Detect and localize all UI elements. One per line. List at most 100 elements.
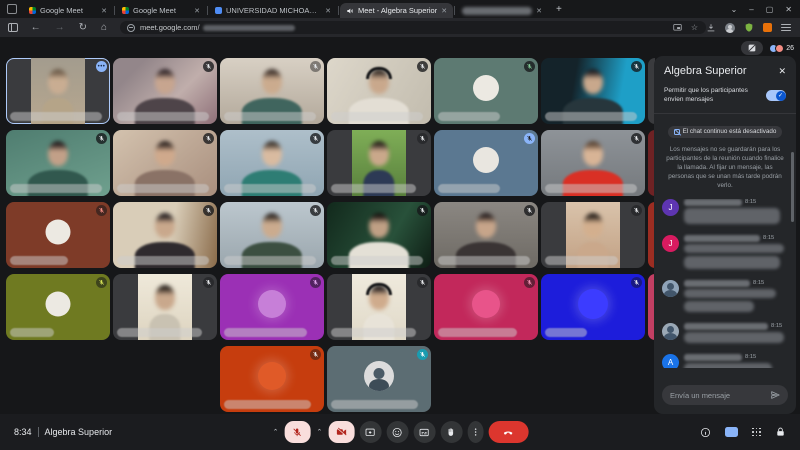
captions-button[interactable]: [413, 421, 435, 443]
message-time: 8:15: [763, 235, 774, 241]
self-video-tile[interactable]: •••: [6, 58, 110, 124]
effects-button[interactable]: [741, 41, 763, 55]
allow-messages-toggle[interactable]: ✓: [766, 90, 786, 101]
participant-tile[interactable]: [220, 274, 324, 340]
more-options-button[interactable]: [467, 421, 483, 443]
participant-tile[interactable]: [327, 58, 431, 124]
participant-tile[interactable]: [327, 346, 431, 412]
participant-tile[interactable]: [541, 58, 645, 124]
participant-name-blurred: [438, 328, 517, 337]
picture-in-picture-icon[interactable]: [673, 23, 682, 32]
participant-tile[interactable]: [434, 202, 538, 268]
browser-tab[interactable]: ✕: [456, 3, 548, 18]
participant-tile[interactable]: [541, 202, 645, 268]
participant-tile[interactable]: [113, 58, 217, 124]
participant-tile[interactable]: [220, 58, 324, 124]
tab-list-chevron-icon[interactable]: ⌄: [731, 5, 738, 14]
new-tab-button[interactable]: +: [556, 4, 562, 15]
participant-tile[interactable]: [220, 202, 324, 268]
tab-close-icon[interactable]: ✕: [536, 7, 542, 15]
browser-tab[interactable]: UNIVERSIDAD MICHOACANA D✕: [209, 3, 337, 18]
send-message-icon[interactable]: [770, 390, 780, 400]
browser-tab[interactable]: Google Meet✕: [23, 3, 113, 18]
tab-favicon: [122, 7, 129, 14]
browser-profile-avatar[interactable]: [725, 23, 735, 33]
camera-off-button[interactable]: [328, 421, 354, 443]
meeting-bottom-bar: 8:34 Algebra Superior ⌃ ⌃: [0, 414, 800, 450]
address-bar[interactable]: meet.google.com/ ☆: [120, 21, 706, 34]
participant-tile[interactable]: [434, 58, 538, 124]
message-avatar: [662, 323, 679, 340]
participant-tile[interactable]: [220, 346, 324, 412]
home-button[interactable]: ⌂: [101, 22, 107, 33]
browser-tab[interactable]: Google Meet✕: [116, 3, 206, 18]
participant-tile[interactable]: [434, 274, 538, 340]
mic-status-badge: [417, 277, 428, 288]
tile-options-badge[interactable]: •••: [96, 61, 107, 72]
mic-status-badge: [310, 349, 321, 360]
participant-tile[interactable]: [541, 130, 645, 196]
chat-message-input[interactable]: [670, 391, 770, 400]
site-info-icon[interactable]: [127, 24, 135, 32]
privacy-shield-icon[interactable]: [744, 22, 754, 33]
side-panel-icon[interactable]: [8, 23, 18, 32]
audio-avatar: [258, 362, 286, 390]
bookmark-star-icon[interactable]: ☆: [691, 23, 698, 32]
participant-tile[interactable]: [113, 130, 217, 196]
participant-tile[interactable]: [113, 274, 217, 340]
camera-options-chevron[interactable]: ⌃: [316, 428, 324, 436]
participant-name-blurred: [10, 328, 54, 337]
tab-search-icon[interactable]: [7, 4, 17, 14]
tab-close-icon[interactable]: ✕: [101, 7, 107, 15]
participant-tile[interactable]: [113, 202, 217, 268]
activities-icon[interactable]: [752, 428, 761, 437]
message-text-blurred: [684, 244, 784, 253]
present-screen-button[interactable]: [359, 421, 381, 443]
raise-hand-button[interactable]: [440, 421, 462, 443]
mic-off-icon: [526, 63, 533, 70]
back-button[interactable]: ←: [31, 22, 41, 33]
chat-message-list[interactable]: J8:15J8:158:158:15A8:15R8:158:15: [654, 199, 796, 368]
downloads-icon[interactable]: [706, 23, 716, 33]
reactions-button[interactable]: [386, 421, 408, 443]
reload-button[interactable]: ↻: [79, 22, 87, 33]
participant-tile[interactable]: [327, 202, 431, 268]
mic-status-badge: [96, 205, 107, 216]
participant-tile[interactable]: [6, 130, 110, 196]
tab-close-icon[interactable]: ✕: [441, 7, 447, 15]
chat-close-icon[interactable]: ✕: [778, 66, 786, 77]
host-controls-lock-icon[interactable]: [775, 426, 786, 438]
meeting-details-icon[interactable]: [700, 427, 711, 438]
chat-toggle-icon[interactable]: [725, 427, 738, 437]
participant-tile[interactable]: [434, 130, 538, 196]
sender-name-blurred: [684, 235, 760, 242]
forward-button[interactable]: →: [55, 22, 65, 33]
mic-off-icon: [633, 135, 640, 142]
participant-tile[interactable]: [541, 274, 645, 340]
extension-icon[interactable]: [763, 23, 772, 32]
window-minimize-button[interactable]: –: [749, 5, 753, 14]
window-close-button[interactable]: ✕: [785, 5, 792, 14]
participant-name-blurred: [545, 256, 618, 265]
microphone-muted-button[interactable]: [285, 421, 311, 443]
message-text-blurred: [684, 301, 754, 312]
participant-name-blurred: [331, 184, 416, 193]
browser-menu-icon[interactable]: [781, 24, 791, 32]
participant-tile[interactable]: [6, 274, 110, 340]
participants-count[interactable]: 26: [769, 44, 794, 53]
participant-tile[interactable]: [327, 274, 431, 340]
mic-options-chevron[interactable]: ⌃: [272, 428, 280, 436]
mic-status-badge: [524, 133, 535, 144]
tab-close-icon[interactable]: ✕: [325, 7, 331, 15]
participant-tile[interactable]: [327, 130, 431, 196]
participant-tile[interactable]: [6, 202, 110, 268]
chat-scrollbar[interactable]: [791, 152, 794, 222]
tab-audio-icon[interactable]: [346, 7, 354, 15]
browser-tab[interactable]: Meet - Algebra Superior✕: [340, 3, 453, 18]
participant-tile[interactable]: [220, 130, 324, 196]
window-maximize-button[interactable]: ▢: [766, 5, 774, 14]
leave-call-button[interactable]: [488, 421, 528, 443]
allow-messages-label: Permitir que los participantes envíen me…: [664, 87, 760, 105]
tab-close-icon[interactable]: ✕: [194, 7, 200, 15]
chat-message: J8:15: [662, 235, 788, 272]
